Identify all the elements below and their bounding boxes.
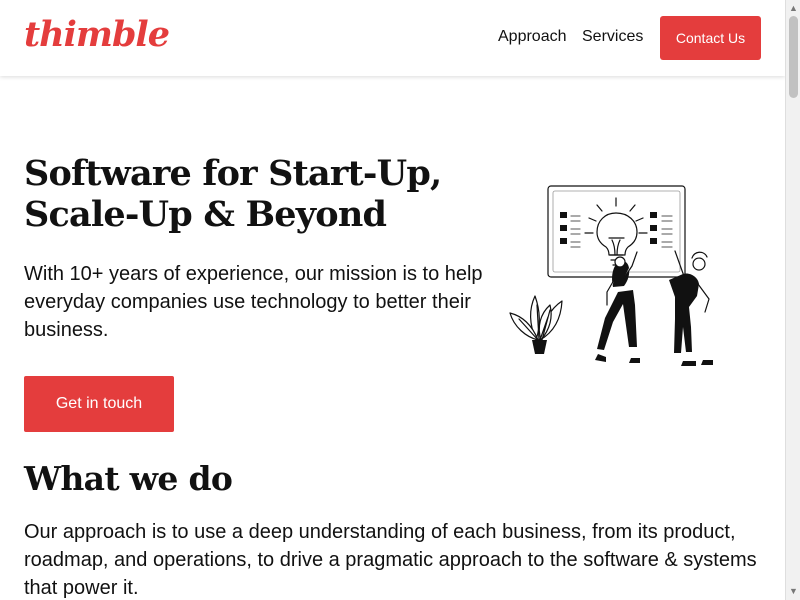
nav-services-link[interactable]: Services bbox=[582, 27, 643, 47]
what-we-do-heading: What we do bbox=[24, 459, 233, 498]
scroll-up-arrow-icon[interactable]: ▲ bbox=[789, 4, 798, 13]
get-in-touch-button[interactable]: Get in touch bbox=[24, 376, 174, 432]
hero-title: Software for Start-Up, Scale-Up & Beyond bbox=[24, 153, 494, 235]
what-we-do-description: Our approach is to use a deep understand… bbox=[24, 521, 757, 599]
lightbulb-presentation-icon bbox=[509, 185, 713, 366]
hero-title-line-2: Scale-Up & Beyond bbox=[24, 194, 387, 235]
hero-description: With 10+ years of experience, our missio… bbox=[24, 263, 483, 341]
landing-page: thimble Approach Services Contact Us Sof… bbox=[0, 0, 785, 600]
vertical-scrollbar[interactable]: ▲ ▼ bbox=[785, 0, 800, 600]
contact-us-button[interactable]: Contact Us bbox=[660, 16, 761, 60]
browser-viewport: thimble Approach Services Contact Us Sof… bbox=[0, 0, 800, 600]
scroll-down-arrow-icon[interactable]: ▼ bbox=[789, 587, 798, 596]
hero-title-line-1: Software for Start-Up, bbox=[24, 153, 442, 194]
scrollbar-thumb[interactable] bbox=[789, 16, 798, 98]
nav-approach-link[interactable]: Approach bbox=[498, 27, 567, 47]
thimble-logo[interactable]: thimble bbox=[24, 13, 170, 57]
top-navigation: thimble Approach Services Contact Us bbox=[0, 0, 785, 76]
